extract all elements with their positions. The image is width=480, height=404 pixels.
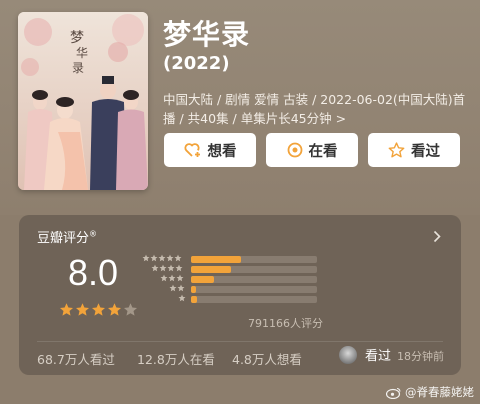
rating-bar-stars: [169, 284, 185, 292]
small-star-icon: [167, 264, 175, 272]
rating-bar-track: [191, 286, 317, 293]
small-star-icon: [176, 274, 184, 282]
card-divider: [37, 341, 443, 342]
chevron-right-icon[interactable]: [433, 228, 441, 247]
svg-text:录: 录: [72, 61, 84, 75]
heart-plus-icon: [183, 143, 200, 157]
stat-want[interactable]: 4.8万人想看: [232, 349, 302, 368]
watched-button-label: 看过: [411, 143, 440, 160]
small-star-icon: [160, 274, 168, 282]
show-meta[interactable]: 中国大陆 / 剧情 爱情 古装 / 2022-06-02(中国大陆)首播 / 共…: [163, 90, 468, 128]
rating-bar-track: [191, 266, 317, 273]
rating-bar-2-star: [141, 284, 337, 293]
friend-status: 看过: [365, 349, 392, 364]
watching-button[interactable]: 在看: [266, 133, 358, 167]
star-filled-icon: [76, 303, 89, 316]
small-star-icon: [150, 254, 158, 262]
rating-bar-track: [191, 256, 317, 263]
small-star-icon: [158, 254, 166, 262]
weibo-watermark: @脊春藤姥姥: [386, 384, 474, 400]
poster-image[interactable]: 梦 华 录: [18, 12, 148, 190]
rating-bar-stars: [142, 254, 182, 262]
rating-stars: [59, 302, 138, 317]
stat-watching[interactable]: 12.8万人在看: [137, 349, 215, 368]
small-star-icon: [178, 294, 186, 302]
rating-bar-fill: [191, 286, 197, 293]
rating-bar-track: [191, 276, 317, 283]
rating-title: 豆瓣评分®: [37, 227, 97, 246]
rating-score: 8.0: [68, 252, 119, 293]
rating-bar-fill: [191, 276, 214, 283]
small-star-icon: [174, 254, 182, 262]
avatar[interactable]: [339, 345, 357, 364]
friend-activity[interactable]: 看过 18分钟前: [339, 345, 444, 364]
watched-button[interactable]: 看过: [368, 133, 460, 167]
small-star-icon: [159, 264, 167, 272]
star-outline-icon: [388, 142, 405, 158]
star-empty-icon: [124, 303, 137, 316]
weibo-icon: [386, 387, 401, 399]
rating-card[interactable]: 豆瓣评分® 8.0 791166人评分 68.7万人看过 12.8万人在看 4.…: [19, 215, 461, 375]
star-filled-icon: [60, 303, 73, 316]
rating-bar-stars: [178, 294, 186, 302]
svg-text:梦: 梦: [70, 30, 84, 46]
rating-bar-4-star: [141, 264, 337, 273]
show-title: 梦华录: [163, 18, 251, 51]
watching-circle-icon: [287, 142, 302, 158]
watching-button-label: 在看: [308, 143, 338, 160]
rating-bar-5-star: [141, 254, 337, 263]
small-star-icon: [177, 284, 185, 292]
rating-bar-stars: [151, 264, 183, 272]
svg-text:华: 华: [76, 46, 88, 60]
rating-bar-3-star: [141, 274, 337, 283]
rating-bar-1-star: [141, 294, 337, 303]
rating-title-mark: ®: [89, 229, 98, 239]
rating-bar-track: [191, 296, 317, 303]
small-star-icon: [166, 254, 174, 262]
small-star-icon: [175, 264, 183, 272]
small-star-icon: [168, 274, 176, 282]
stat-watched[interactable]: 68.7万人看过: [37, 349, 115, 368]
watermark-text: @脊春藤姥姥: [405, 385, 474, 399]
small-star-icon: [142, 254, 150, 262]
star-filled-icon: [108, 303, 121, 316]
rating-bar-fill: [191, 266, 232, 273]
rating-votes[interactable]: 791166人评分: [248, 315, 323, 331]
show-year: (2022): [163, 53, 230, 74]
friend-time: 18分钟前: [397, 349, 445, 363]
small-star-icon: [169, 284, 177, 292]
want-button-label: 想看: [207, 143, 237, 160]
star-filled-icon: [92, 303, 105, 316]
rating-bar-fill: [191, 256, 242, 263]
rating-bar-stars: [160, 274, 184, 282]
small-star-icon: [151, 264, 159, 272]
rating-bar-fill: [191, 296, 198, 303]
rating-title-text: 豆瓣评分: [37, 231, 90, 246]
want-button[interactable]: 想看: [164, 133, 256, 167]
